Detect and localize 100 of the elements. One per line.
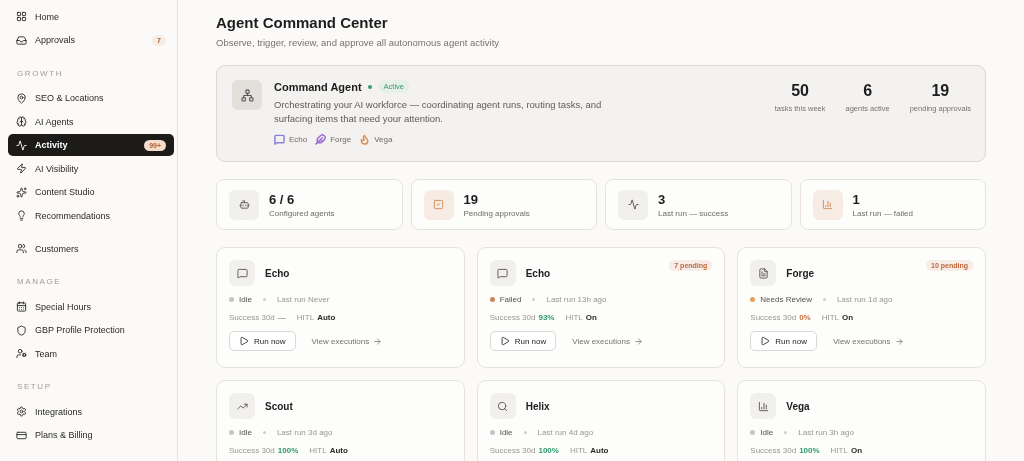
summary-label: Last run — failed xyxy=(852,208,913,218)
success-label: Success 30d xyxy=(750,313,797,322)
success-label: Success 30d xyxy=(489,446,536,455)
nav-icon xyxy=(16,116,27,127)
play-icon xyxy=(239,336,249,346)
success-value: 0% xyxy=(799,313,811,322)
agent-status: Idle xyxy=(239,428,252,437)
agent-name: Scout xyxy=(265,400,294,412)
view-executions-link[interactable]: View executions xyxy=(572,336,643,346)
last-run: Last run 1d ago xyxy=(836,295,893,304)
nav-item[interactable]: Content Studio xyxy=(8,181,174,203)
agent-tag: Vega xyxy=(359,133,393,145)
agent-name: Echo xyxy=(525,267,552,279)
nav-icon xyxy=(16,34,27,46)
last-run: Last run 13h ago xyxy=(546,295,607,304)
agent-tag: Forge xyxy=(315,133,352,145)
trend-icon xyxy=(229,393,255,419)
separator-dot xyxy=(532,298,536,301)
view-executions-link[interactable]: View executions xyxy=(832,336,904,346)
agent-name: Vega xyxy=(786,400,811,412)
hitl-value: On xyxy=(850,446,863,455)
success-value: — xyxy=(277,313,286,322)
agent-name: Helix xyxy=(525,400,551,412)
checkbox-icon xyxy=(423,189,454,220)
robot-icon xyxy=(229,189,259,220)
nav-item[interactable]: AI Agents xyxy=(8,110,174,133)
agent-tag: Echo xyxy=(274,133,308,145)
nav-icon xyxy=(16,139,27,151)
success-value: 100% xyxy=(277,446,299,455)
hitl-label: HITL xyxy=(565,313,583,322)
status-dot xyxy=(367,84,372,89)
hitl-label: HITL xyxy=(821,313,840,322)
run-now-button[interactable]: Run now xyxy=(750,331,817,351)
last-run: Last run 4d ago xyxy=(537,428,594,437)
success-label: Success 30d xyxy=(229,313,275,322)
agent-status: Needs Review xyxy=(760,295,812,304)
nav-icon xyxy=(16,163,27,174)
nav-item[interactable]: Home xyxy=(8,5,174,28)
agent-status: Idle xyxy=(499,428,513,437)
nav-icon xyxy=(16,92,27,104)
run-now-button[interactable]: Run now xyxy=(489,331,557,351)
nav-item[interactable]: Customers xyxy=(8,237,174,260)
nav-icon xyxy=(16,348,27,359)
summary-value: 3 xyxy=(658,191,667,207)
section-heading: MANAGE xyxy=(16,276,63,288)
success-label: Success 30d xyxy=(750,446,797,455)
agent-status: Failed xyxy=(499,295,522,304)
summary-value: 1 xyxy=(852,191,861,207)
nav-item[interactable]: GBP Profile Protection xyxy=(8,319,174,341)
section-heading: GROWTH xyxy=(16,67,65,80)
success-label: Success 30d xyxy=(489,313,536,322)
nav-icon xyxy=(16,301,27,312)
success-value: 93% xyxy=(538,313,555,322)
nav-icon xyxy=(16,324,27,336)
chat-icon xyxy=(489,260,516,286)
hitl-label: HITL xyxy=(309,446,327,455)
separator-dot xyxy=(262,431,266,434)
nav-item[interactable]: Integrations xyxy=(8,400,174,423)
nav-item[interactable]: Plans & Billing xyxy=(8,424,174,446)
stat-value: 6 xyxy=(863,82,873,100)
agent-name: Echo xyxy=(265,267,291,279)
success-value: 100% xyxy=(538,446,559,455)
agent-name: Command Agent xyxy=(274,80,362,93)
nav-item[interactable]: Special Hours xyxy=(8,295,174,318)
search-icon xyxy=(489,393,516,419)
nav-item[interactable]: SEO & Locations xyxy=(8,87,174,109)
run-now-button[interactable]: Run now xyxy=(229,331,296,351)
nav-item[interactable]: Team xyxy=(8,342,174,365)
agent-name: Forge xyxy=(786,267,816,279)
pulse-icon xyxy=(618,189,648,220)
summary-value: 19 xyxy=(463,191,479,207)
hitl-label: HITL xyxy=(296,313,315,322)
nav-icon xyxy=(16,243,27,254)
nav-icon xyxy=(16,406,27,417)
page-title: Agent Command Center xyxy=(216,14,389,31)
hitl-label: HITL xyxy=(569,446,588,455)
nav-item[interactable]: AI Visibility xyxy=(8,157,174,180)
nav-item[interactable]: Recommendations xyxy=(8,204,174,227)
bar-chart-icon xyxy=(750,393,777,419)
last-run: Last run 3d ago xyxy=(276,428,333,437)
bar-chart-icon xyxy=(812,189,843,220)
last-run: Last run Never xyxy=(276,295,330,304)
nav-icon xyxy=(16,429,27,441)
summary-value: 6 / 6 xyxy=(269,191,296,207)
page-subtitle: Observe, trigger, review, and approve all autonomous agent activity xyxy=(216,37,501,48)
separator-dot xyxy=(822,298,826,301)
hitl-value: On xyxy=(842,313,854,322)
stat-value: 19 xyxy=(931,82,950,100)
arrow-right-icon xyxy=(633,336,643,346)
hitl-value: On xyxy=(585,313,597,322)
section-heading: SETUP xyxy=(16,381,53,393)
view-executions-link[interactable]: View executions xyxy=(311,336,383,346)
separator-dot xyxy=(523,431,527,434)
nav-icon xyxy=(16,210,27,221)
summary-label: Configured agents xyxy=(269,208,335,218)
arrow-right-icon xyxy=(894,336,904,346)
document-icon xyxy=(750,260,777,286)
separator-dot xyxy=(784,431,788,434)
hitl-value: Auto xyxy=(329,446,348,455)
hitl-value: Auto xyxy=(590,446,609,455)
